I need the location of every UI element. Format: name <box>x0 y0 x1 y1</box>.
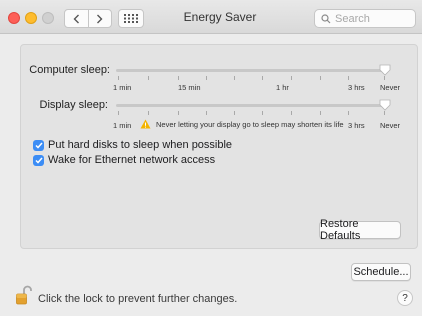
title-bar: Energy Saver <box>0 0 422 34</box>
restore-defaults-button[interactable]: Restore Defaults <box>319 218 401 242</box>
hard-disk-sleep-option[interactable]: Put hard disks to sleep when possible <box>33 139 232 151</box>
computer-sleep-tick-never: Never <box>380 83 401 92</box>
hard-disk-sleep-label: Put hard disks to sleep when possible <box>48 139 233 151</box>
chevron-right-icon <box>97 14 103 23</box>
lock-icon[interactable] <box>16 285 32 305</box>
computer-sleep-label: Computer sleep: <box>29 64 110 76</box>
back-button[interactable] <box>65 10 88 27</box>
zoom-window-button[interactable] <box>42 12 54 24</box>
checkmark-icon <box>34 142 43 149</box>
computer-sleep-tick-1hr: 1 hr <box>276 83 289 92</box>
search-icon <box>321 13 331 23</box>
warning-icon <box>140 119 151 129</box>
search-field[interactable] <box>314 9 416 28</box>
chevron-left-icon <box>73 14 79 23</box>
hard-disk-sleep-checkbox[interactable] <box>33 139 44 151</box>
display-sleep-slider[interactable] <box>116 104 388 107</box>
computer-sleep-tick-1min: 1 min <box>113 83 132 92</box>
navigation-buttons <box>64 9 112 28</box>
computer-sleep-slider-thumb[interactable] <box>379 64 391 76</box>
search-input[interactable] <box>335 12 415 25</box>
schedule-button[interactable]: Schedule... <box>351 263 411 281</box>
display-sleep-warning: Never letting your display go to sleep m… <box>140 119 344 129</box>
checkmark-icon <box>34 157 43 164</box>
computer-sleep-slider[interactable] <box>116 69 388 72</box>
help-button[interactable]: ? <box>397 290 413 306</box>
window-title: Energy Saver <box>183 10 257 24</box>
display-sleep-label: Display sleep: <box>39 99 108 111</box>
warning-text: Never letting your display go to sleep m… <box>156 119 344 129</box>
display-sleep-ticks <box>116 111 388 117</box>
wake-ethernet-label: Wake for Ethernet network access <box>48 154 216 166</box>
forward-button[interactable] <box>87 10 112 27</box>
grid-icon <box>124 14 138 23</box>
display-sleep-slider-thumb[interactable] <box>379 99 391 111</box>
wake-ethernet-checkbox[interactable] <box>33 154 44 166</box>
display-sleep-tick-3hrs: 3 hrs <box>348 121 365 130</box>
computer-sleep-ticks <box>116 76 388 82</box>
lock-status-text: Click the lock to prevent further change… <box>38 293 238 305</box>
show-all-button[interactable] <box>118 9 144 28</box>
wake-ethernet-option[interactable]: Wake for Ethernet network access <box>33 154 215 166</box>
computer-sleep-tick-3hrs: 3 hrs <box>348 83 365 92</box>
display-sleep-tick-1min: 1 min <box>113 121 132 130</box>
display-sleep-tick-never: Never <box>380 121 401 130</box>
minimize-window-button[interactable] <box>25 12 37 24</box>
close-window-button[interactable] <box>8 12 20 24</box>
computer-sleep-tick-15min: 15 min <box>178 83 201 92</box>
